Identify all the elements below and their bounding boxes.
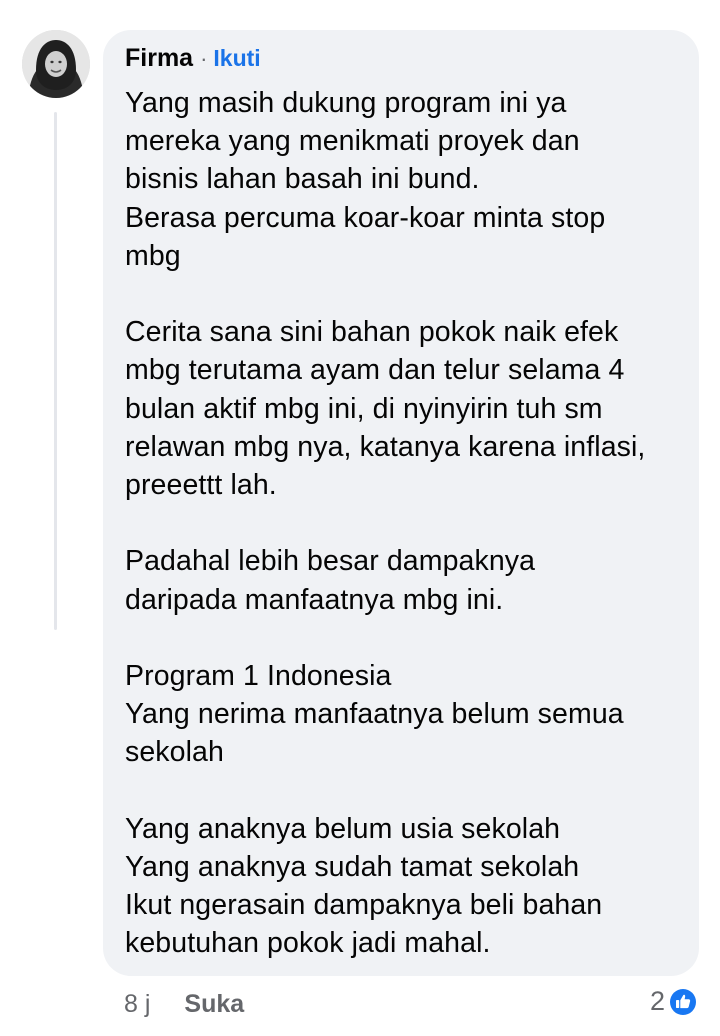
comment-timestamp[interactable]: 8 j — [124, 990, 150, 1019]
comment-bubble: Firma · Ikuti Yang masih dukung program … — [103, 30, 699, 976]
like-thumb-icon — [668, 987, 698, 1016]
comment-header: Firma · Ikuti — [125, 44, 677, 80]
separator-dot: · — [200, 46, 208, 71]
comment-footer: 8 j Suka 2 — [124, 982, 704, 1026]
reply-thread-line — [54, 112, 57, 630]
reaction-count: 2 — [649, 986, 665, 1016]
comment-text: Yang masih dukung program ini ya mereka … — [125, 87, 646, 960]
author-name[interactable]: Firma — [125, 44, 193, 73]
like-button[interactable]: Suka — [184, 990, 244, 1019]
reaction-summary[interactable]: 2 — [650, 986, 698, 1017]
follow-button[interactable]: Ikuti — [213, 45, 260, 72]
avatar[interactable] — [22, 30, 90, 98]
avatar-image — [22, 30, 90, 98]
